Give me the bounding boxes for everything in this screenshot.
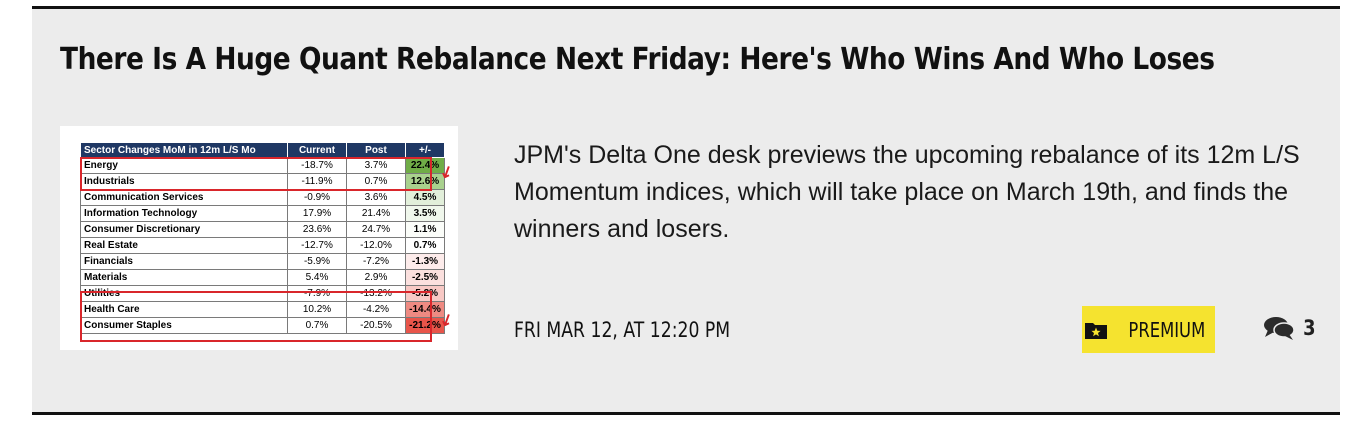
table-header-cell: Sector Changes MoM in 12m L/S Mo [80,142,288,158]
table-cell-current: -0.9% [287,189,347,206]
table-cell-post: 2.9% [346,269,406,286]
table-cell-post: 24.7% [346,221,406,238]
table-cell-sector: Information Technology [80,205,288,222]
table-cell-current: -5.9% [287,253,347,270]
table-cell-change: 1.1% [405,221,445,238]
table-cell-current: 23.6% [287,221,347,238]
table-cell-current: 17.9% [287,205,347,222]
table-cell-post: -12.0% [346,237,406,254]
table-cell-change: -1.3% [405,253,445,270]
table-header-cell: Current [287,142,347,158]
table-row: Materials 5.4% 2.9% -2.5% [80,269,445,286]
article-summary: JPM's Delta One desk previews the upcomi… [514,141,1300,243]
table-cell-sector: Financials [80,253,288,270]
table-row: Communication Services -0.9% 3.6% 4.5% [80,189,445,206]
highlight-box-bottom [80,291,432,342]
article-headline[interactable]: There Is A Huge Quant Rebalance Next Fri… [60,42,1215,77]
table-row: Financials -5.9% -7.2% -1.3% [80,253,445,270]
table-cell-sector: Materials [80,269,288,286]
article-card: There Is A Huge Quant Rebalance Next Fri… [32,6,1340,415]
table-cell-sector: Communication Services [80,189,288,206]
highlight-box-top [80,157,432,191]
table-cell-current: -12.7% [287,237,347,254]
table-cell-post: -7.2% [346,253,406,270]
table-header-cell: Post [346,142,406,158]
table-cell-current: 5.4% [287,269,347,286]
premium-label: PREMIUM [1128,317,1205,342]
table-cell-post: 21.4% [346,205,406,222]
speech-bubbles-icon [1264,317,1295,340]
table-cell-post: 3.6% [346,189,406,206]
premium-badge[interactable]: PREMIUM [1082,306,1215,353]
article-thumbnail[interactable]: Sector Changes MoM in 12m L/S Mo Current… [60,126,458,350]
table-cell-change: 4.5% [405,189,445,206]
table-header-cell: +/- [405,142,445,158]
folder-star-icon [1084,322,1107,339]
comments-link[interactable]: 3 [1262,315,1317,341]
table-cell-sector: Real Estate [80,237,288,254]
table-row: Real Estate -12.7% -12.0% 0.7% [80,237,445,254]
table-cell-change: -2.5% [405,269,445,286]
table-cell-sector: Consumer Discretionary [80,221,288,238]
article-dateline: FRI MAR 12, AT 12:20 PM [514,318,731,342]
table-cell-change: 0.7% [405,237,445,254]
table-row: Consumer Discretionary 23.6% 24.7% 1.1% [80,221,445,238]
table-row: Information Technology 17.9% 21.4% 3.5% [80,205,445,222]
comment-count: 3 [1303,316,1316,340]
table-header-row: Sector Changes MoM in 12m L/S Mo Current… [80,142,445,158]
table-cell-change: 3.5% [405,205,445,222]
